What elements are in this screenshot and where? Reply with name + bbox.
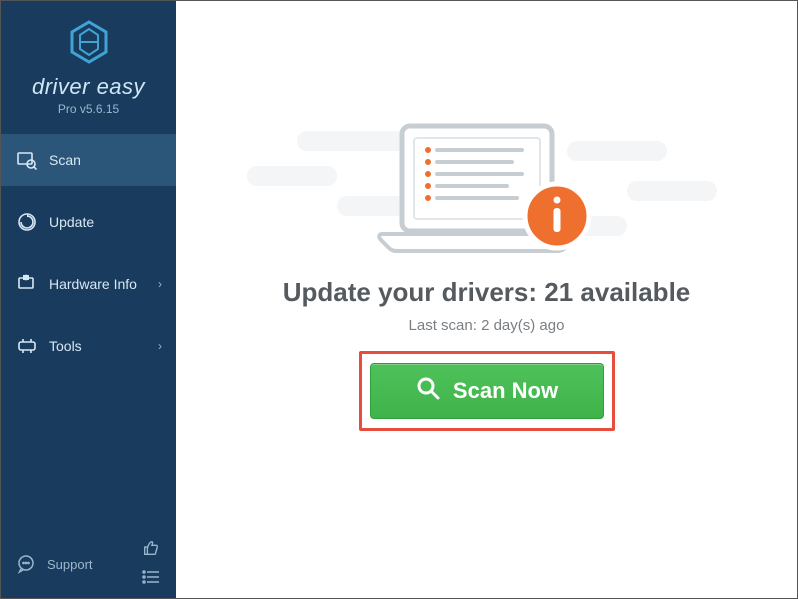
- headline: Update your drivers: 21 available: [176, 277, 797, 308]
- last-scan-line: Last scan: 2 day(s) ago: [176, 317, 797, 334]
- laptop-illustration: [362, 116, 612, 276]
- app-logo-icon: [66, 19, 112, 70]
- headline-prefix: Update your drivers:: [283, 277, 545, 307]
- thumbs-up-icon[interactable]: [142, 539, 160, 562]
- sidebar-item-hardware-info[interactable]: i Hardware Info ›: [1, 258, 176, 310]
- scan-button-highlight: Scan Now: [359, 351, 615, 431]
- sidebar-bottom: Support: [1, 540, 176, 588]
- sidebar-item-label: Tools: [49, 338, 82, 354]
- sidebar-item-label: Hardware Info: [49, 276, 137, 292]
- support-icon: [17, 554, 37, 574]
- update-icon: [17, 212, 37, 232]
- app-version: Pro v5.6.15: [1, 102, 176, 116]
- main-content: Update your drivers: 21 available Last s…: [176, 1, 797, 598]
- app-brand-name: driver easy: [1, 74, 176, 100]
- sidebar: driver easy Pro v5.6.15 Scan: [1, 1, 176, 598]
- list-menu-icon[interactable]: [142, 570, 160, 589]
- scan-now-button[interactable]: Scan Now: [370, 363, 604, 419]
- app-logo-block: driver easy Pro v5.6.15: [1, 1, 176, 126]
- sidebar-item-support[interactable]: Support: [17, 554, 93, 574]
- sidebar-item-label: Scan: [49, 152, 81, 168]
- tools-icon: [17, 336, 37, 356]
- available-count: 21: [544, 277, 573, 307]
- magnifier-icon: [415, 375, 441, 407]
- support-label: Support: [47, 557, 93, 572]
- sidebar-nav: Scan Update i: [1, 134, 176, 372]
- hardware-info-icon: i: [17, 274, 37, 294]
- last-scan-prefix: Last scan:: [409, 317, 482, 334]
- app-window: driver easy Pro v5.6.15 Scan: [0, 0, 798, 599]
- chevron-right-icon: ›: [158, 339, 162, 353]
- scan-button-label: Scan Now: [453, 378, 558, 404]
- scan-icon: [17, 150, 37, 170]
- last-scan-value: 2 day(s) ago: [481, 317, 564, 334]
- sidebar-item-scan[interactable]: Scan: [1, 134, 176, 186]
- sidebar-item-tools[interactable]: Tools ›: [1, 320, 176, 372]
- sidebar-item-label: Update: [49, 214, 94, 230]
- headline-suffix: available: [573, 277, 690, 307]
- sidebar-item-update[interactable]: Update: [1, 196, 176, 248]
- chevron-right-icon: ›: [158, 277, 162, 291]
